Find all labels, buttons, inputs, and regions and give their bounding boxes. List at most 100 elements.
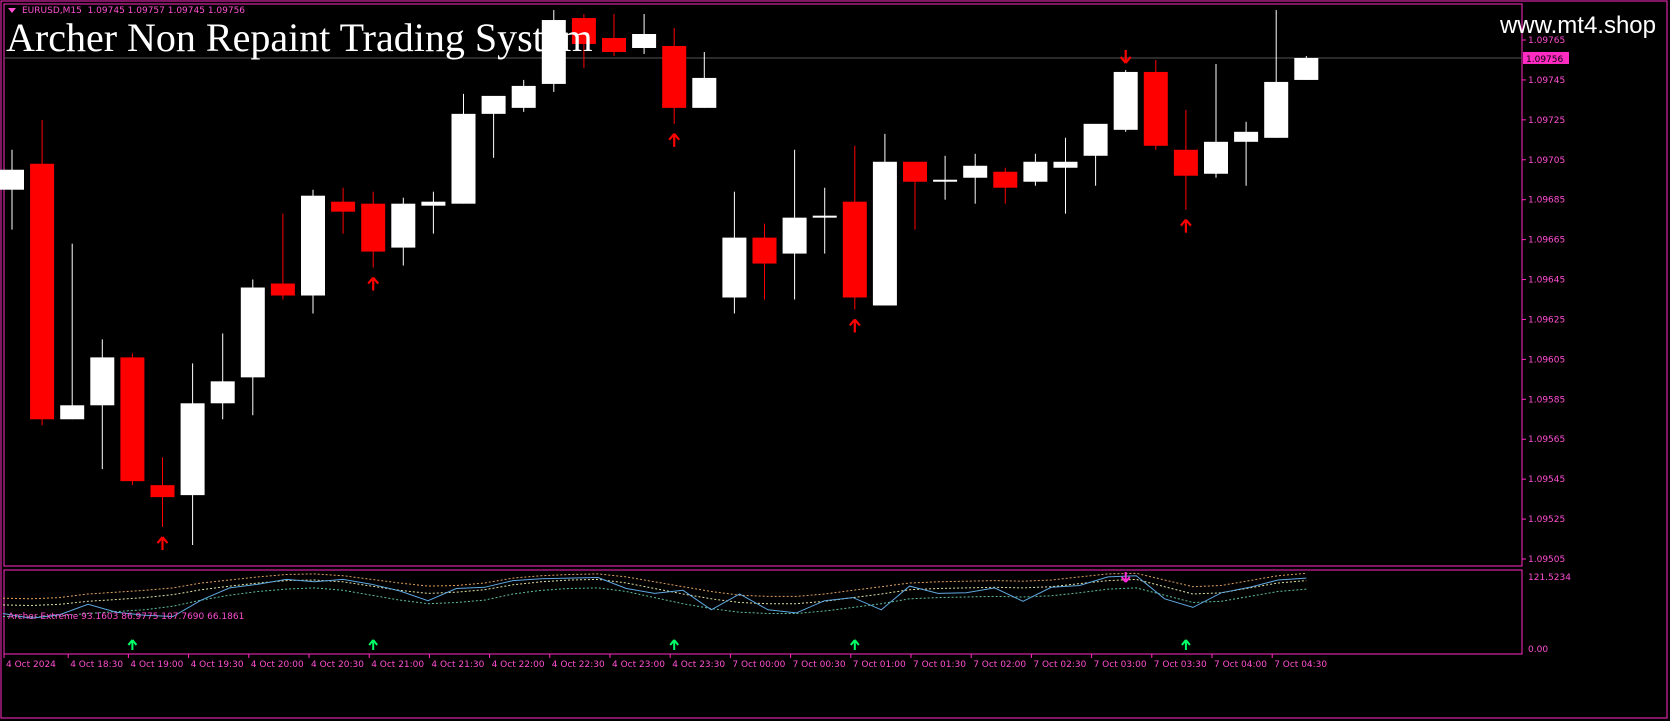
candle (632, 14, 657, 54)
sell-arrow-icon (1119, 49, 1132, 64)
indicator-scale-top: 121.5234 (1528, 573, 1571, 583)
candle-body (722, 237, 747, 298)
time-tick-label: 7 Oct 04:00 (1214, 660, 1267, 670)
candle (240, 279, 265, 416)
price-tick-label: 1.09525 (1528, 515, 1565, 525)
candle (150, 457, 175, 528)
candle (1023, 153, 1048, 186)
time-tick-label: 7 Oct 00:00 (732, 660, 785, 670)
candle (782, 149, 807, 300)
indicator-buy-arrow-icon (669, 639, 679, 650)
candle (481, 95, 506, 158)
candle-body (301, 195, 325, 296)
candle (903, 161, 927, 230)
candle-body (0, 169, 24, 190)
candle-body (963, 165, 988, 178)
candle-body (1294, 57, 1319, 80)
overlay-title: Archer Non Repaint Trading System (6, 15, 593, 60)
candle (361, 191, 386, 268)
candle-body (1023, 161, 1048, 182)
candle-body (60, 405, 85, 420)
price-tick-label: 1.09565 (1528, 435, 1565, 445)
candle (210, 333, 235, 420)
time-tick-label: 4 Oct 22:00 (492, 660, 545, 670)
time-tick-label: 4 Oct 21:30 (431, 660, 484, 670)
price-tick-label: 1.09545 (1528, 475, 1565, 485)
candle-body (180, 403, 205, 496)
buy-arrow-icon (156, 536, 169, 551)
candle-body (1143, 71, 1168, 146)
price-tick-label: 1.09625 (1528, 315, 1565, 325)
price-tick-label: 1.09645 (1528, 276, 1565, 286)
price-tick-label: 1.09505 (1528, 555, 1565, 565)
price-tick-label: 1.09665 (1528, 236, 1565, 246)
time-tick-label: 4 Oct 2024 (6, 660, 56, 670)
oscillator-axis: 121.5234 0.00 (1528, 573, 1571, 655)
current-price-label: 1.09756 (1526, 55, 1563, 65)
candle-body (361, 203, 386, 252)
candle (963, 153, 988, 204)
time-tick-label: 4 Oct 20:00 (251, 660, 304, 670)
time-tick-label: 7 Oct 02:00 (973, 660, 1026, 670)
candle-body (933, 179, 958, 182)
arrow-shape (1119, 49, 1132, 64)
candle-body (752, 237, 777, 264)
candle-body (331, 201, 356, 212)
candle-body (662, 45, 687, 108)
candle (301, 189, 325, 314)
time-tick-label: 7 Oct 00:30 (793, 660, 846, 670)
indicator-scale-bottom: 0.00 (1528, 645, 1548, 655)
buy-arrow-icon (668, 133, 681, 147)
watermark: www.mt4.shop (1499, 12, 1656, 39)
candle-body (1234, 131, 1259, 142)
time-tick-label: 4 Oct 20:30 (311, 660, 364, 670)
price-tick-label: 1.09605 (1528, 355, 1565, 365)
arrow-shape (368, 639, 378, 650)
candle (692, 51, 717, 108)
candle-body (120, 357, 145, 482)
dropdown-triangle-icon[interactable] (8, 8, 16, 13)
candle-body (872, 161, 897, 306)
time-tick-label: 7 Oct 01:00 (853, 660, 906, 670)
time-tick-label: 4 Oct 19:00 (130, 660, 183, 670)
price-tick-label: 1.09725 (1528, 116, 1565, 126)
candle (331, 187, 356, 234)
indicator-buy-arrow-icon (127, 639, 138, 650)
price-tick-label: 1.09585 (1528, 395, 1565, 405)
candle-body (692, 77, 717, 108)
candle-body (993, 171, 1018, 188)
candle-body (812, 215, 837, 218)
price-axis: 1.097651.097451.097251.097051.096851.096… (1522, 36, 1569, 565)
candle (872, 133, 897, 306)
candle (90, 339, 115, 470)
candle (993, 167, 1018, 204)
arrow-shape (1180, 218, 1192, 233)
candle (812, 187, 837, 254)
buy-arrow-icon (367, 276, 380, 291)
time-tick-label: 4 Oct 19:30 (191, 660, 244, 670)
indicator-buy-arrow-icon (368, 639, 378, 650)
candle-body (1264, 81, 1289, 138)
price-tick-label: 1.09685 (1528, 196, 1565, 206)
candle (1204, 63, 1228, 178)
candle-body (782, 217, 807, 254)
arrow-shape (127, 639, 138, 650)
candle (722, 191, 747, 314)
arrow-shape (367, 276, 380, 291)
indicator-buy-arrow-icon (850, 639, 860, 650)
candle-body (511, 85, 536, 108)
candle (933, 155, 958, 200)
candle-body (1083, 123, 1108, 156)
candle (60, 243, 85, 420)
candle (662, 28, 687, 124)
time-tick-label: 7 Oct 03:00 (1094, 660, 1147, 670)
candle (1083, 123, 1108, 186)
oscillator-series (2, 572, 1307, 650)
candle (1264, 10, 1289, 138)
candle (1053, 137, 1078, 214)
candle-body (90, 357, 115, 406)
arrow-shape (1181, 639, 1191, 650)
arrow-shape (668, 133, 681, 147)
candle-body (210, 381, 235, 404)
candle (1173, 109, 1198, 210)
